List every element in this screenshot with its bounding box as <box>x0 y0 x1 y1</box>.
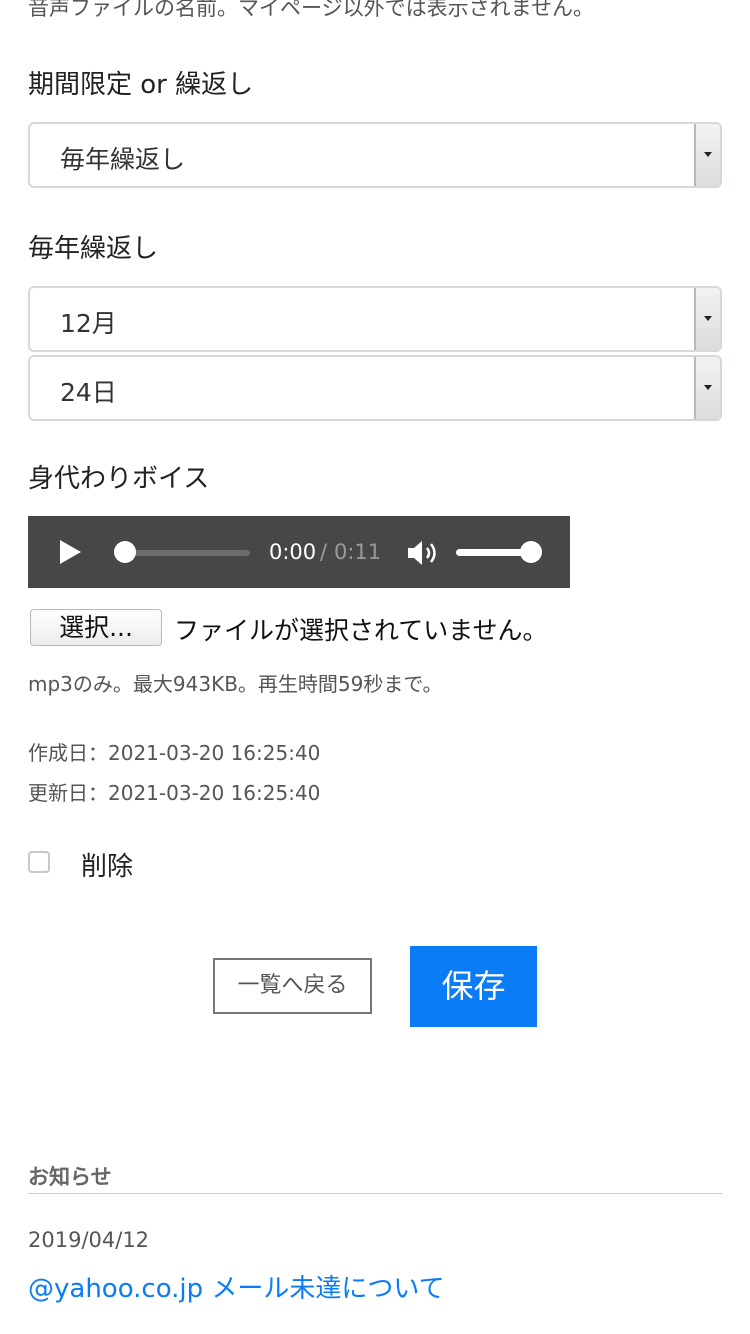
current-time: 0:00 <box>269 540 317 564</box>
back-to-list-button[interactable]: 一覧へ戻る <box>213 958 372 1014</box>
day-select[interactable]: 24日 <box>28 355 722 421</box>
dropdown-arrow-icon <box>694 357 720 419</box>
seek-track[interactable] <box>120 550 250 556</box>
month-select-value: 12月 <box>60 309 117 338</box>
period-label: 期間限定 or 繰返し <box>28 70 254 100</box>
month-select[interactable]: 12月 <box>28 286 722 352</box>
voice-label: 身代わりボイス <box>28 464 210 494</box>
news-divider <box>28 1193 722 1194</box>
save-button[interactable]: 保存 <box>410 946 537 1027</box>
news-heading: お知らせ <box>28 1165 112 1189</box>
repeat-label: 毎年繰返し <box>28 234 159 264</box>
created-date: 作成日：2021-03-20 16:25:40 <box>28 741 321 765</box>
audio-player: 0:00 / 0:11 <box>28 516 570 588</box>
file-hint: mp3のみ。最大943KB。再生時間59秒まで。 <box>28 672 443 696</box>
volume-icon[interactable] <box>406 538 440 568</box>
voice-name-hint: 音声ファイルの名前。マイページ以外では表示されません。 <box>28 0 594 20</box>
time-separator: / <box>320 540 328 564</box>
volume-knob[interactable] <box>520 541 542 563</box>
delete-checkbox[interactable] <box>28 851 50 873</box>
news-link[interactable]: @yahoo.co.jp メール未達について <box>28 1268 445 1305</box>
period-select[interactable]: 毎年繰返し <box>28 122 722 188</box>
dropdown-arrow-icon <box>694 288 720 350</box>
duration-time: 0:11 <box>334 540 382 564</box>
news-date: 2019/04/12 <box>28 1228 150 1252</box>
play-icon[interactable] <box>60 540 81 564</box>
delete-label: 削除 <box>81 852 134 882</box>
updated-date: 更新日：2021-03-20 16:25:40 <box>28 781 321 805</box>
dropdown-arrow-icon <box>694 124 720 186</box>
period-select-value: 毎年繰返し <box>60 145 186 174</box>
day-select-value: 24日 <box>60 378 117 407</box>
file-status: ファイルが選択されていません。 <box>174 616 548 645</box>
seek-knob[interactable] <box>114 541 136 563</box>
file-select-button[interactable]: 選択... <box>30 609 162 646</box>
